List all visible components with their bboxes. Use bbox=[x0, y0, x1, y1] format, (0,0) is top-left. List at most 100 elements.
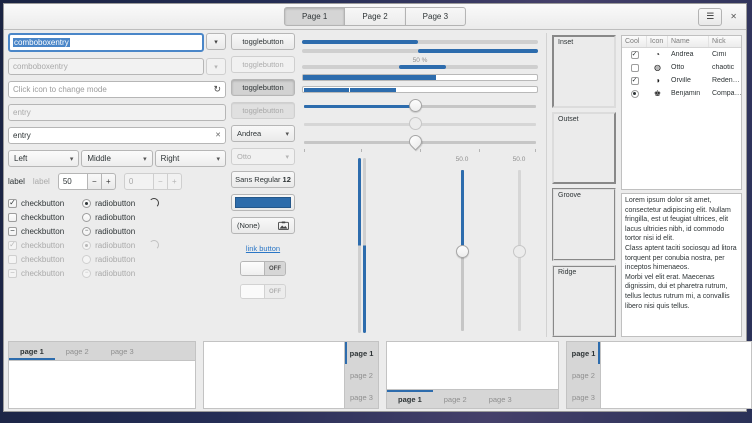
lorem-textview[interactable]: Lorem ipsum dolor sit amet, consectetur … bbox=[621, 193, 742, 337]
scale-handle bbox=[409, 117, 422, 130]
column-header-icon[interactable]: Icon bbox=[647, 36, 668, 47]
selected-text: comboboxentry bbox=[13, 38, 70, 47]
row-radio-selected[interactable] bbox=[631, 90, 639, 98]
spin-value[interactable]: 50 bbox=[58, 173, 88, 190]
spin-plus-button[interactable]: + bbox=[101, 173, 116, 190]
checkbox-unchecked[interactable] bbox=[8, 213, 17, 222]
tab-page1[interactable]: page 1 bbox=[387, 390, 433, 408]
combo-value: Middle bbox=[87, 154, 111, 163]
list-column: Cool Icon Name Nick ✓ ◔ Andrea Cimi ◍ Ot… bbox=[621, 33, 742, 337]
header-tab-page2[interactable]: Page 2 bbox=[344, 7, 405, 26]
radio-unselected[interactable] bbox=[82, 213, 91, 222]
table-row[interactable]: ✓ ◔ Andrea Cimi bbox=[622, 48, 741, 61]
image-icon bbox=[278, 221, 289, 230]
frame-label: Groove bbox=[558, 192, 581, 199]
entries-column: comboboxentry ▾ comboboxentry ▾ Click ic… bbox=[8, 33, 226, 337]
scale-mark bbox=[420, 149, 421, 152]
tab-page1[interactable]: page 1 bbox=[567, 342, 600, 364]
tab-page2[interactable]: page 2 bbox=[567, 364, 600, 386]
radiobutton-label: radiobutton bbox=[95, 227, 135, 236]
checkbutton-label: checkbutton bbox=[21, 255, 64, 264]
header-tab-page1[interactable]: Page 1 bbox=[284, 7, 345, 26]
tab-page3[interactable]: page 3 bbox=[100, 342, 145, 360]
combo-value: Left bbox=[14, 154, 27, 163]
nick-cell: Reden… bbox=[709, 77, 741, 84]
scale-mark bbox=[535, 149, 536, 152]
clearable-entry[interactable]: entry ✕ bbox=[8, 127, 226, 144]
togglebutton-active[interactable]: togglebutton bbox=[231, 79, 295, 96]
checkbox-checked[interactable]: ✓ bbox=[8, 199, 17, 208]
comboboxentry-disabled: comboboxentry ▾ bbox=[8, 58, 226, 75]
table-row[interactable]: ♚ Benjamin Compa… bbox=[622, 87, 741, 100]
scale-handle[interactable] bbox=[407, 132, 425, 150]
file-chooser-button[interactable]: (None) bbox=[231, 217, 295, 234]
chevron-down-icon: ▾ bbox=[143, 155, 147, 163]
alignment-combo-row: Left ▾ Middle ▾ Right ▾ bbox=[8, 150, 226, 167]
tab-strip-top: page 1 page 2 page 3 bbox=[9, 342, 195, 361]
header-tab-group: Page 1 Page 2 Page 3 bbox=[284, 7, 466, 26]
combo-left[interactable]: Left ▾ bbox=[8, 150, 79, 167]
tab-page2[interactable]: page 2 bbox=[345, 364, 378, 386]
frame-outset: Outset bbox=[552, 112, 616, 185]
check-icon: ✓ bbox=[9, 199, 16, 207]
tab-strip-bottom: page 1 page 2 page 3 bbox=[387, 389, 558, 408]
spin-minus-button[interactable]: − bbox=[87, 173, 102, 190]
treeview: Cool Icon Name Nick ✓ ◔ Andrea Cimi ◍ Ot… bbox=[621, 35, 742, 190]
refresh-icon[interactable]: ↻ bbox=[213, 85, 221, 94]
row-checkbox-unchecked[interactable] bbox=[631, 64, 639, 72]
column-header-cool[interactable]: Cool bbox=[622, 36, 647, 47]
checkbutton-label: checkbutton bbox=[21, 241, 64, 250]
tab-page3[interactable]: page 3 bbox=[478, 390, 523, 408]
checkbox-indeterminate[interactable]: − bbox=[8, 227, 17, 236]
togglebutton-normal[interactable]: togglebutton bbox=[231, 33, 295, 50]
progress-percent-label: 50 % bbox=[302, 56, 538, 64]
name-combobox[interactable]: Andrea ▾ bbox=[231, 125, 295, 142]
clear-icon[interactable]: ✕ bbox=[215, 132, 221, 139]
switch-state-label: OFF bbox=[265, 285, 285, 298]
scale-handle[interactable] bbox=[409, 99, 422, 112]
vscale[interactable]: 50.0 bbox=[442, 156, 482, 337]
switch-off[interactable]: OFF bbox=[240, 261, 286, 276]
column-header-nick[interactable]: Nick bbox=[709, 36, 741, 47]
tab-page1[interactable]: page 1 bbox=[345, 342, 378, 364]
close-button[interactable]: ✕ bbox=[730, 12, 737, 21]
comboboxentry-dropdown-button[interactable]: ▾ bbox=[206, 33, 226, 50]
disabled-text: comboboxentry bbox=[13, 62, 68, 71]
radio-indeterminate[interactable]: − bbox=[82, 227, 91, 236]
comboboxentry-input[interactable]: comboboxentry bbox=[8, 33, 204, 52]
tab-page3[interactable]: page 3 bbox=[567, 386, 600, 408]
row-checkbox-checked[interactable]: ✓ bbox=[631, 77, 639, 85]
row-checkbox-checked[interactable]: ✓ bbox=[631, 51, 639, 59]
file-value: (None) bbox=[237, 221, 260, 230]
combo-middle[interactable]: Middle ▾ bbox=[81, 150, 152, 167]
switch-handle[interactable] bbox=[241, 262, 265, 275]
buttons-column: togglebutton togglebutton togglebutton t… bbox=[231, 33, 295, 337]
scale-handle[interactable] bbox=[456, 245, 469, 258]
header-tab-page3[interactable]: Page 3 bbox=[405, 7, 466, 26]
radiobutton-label: radiobutton bbox=[95, 269, 135, 278]
spinbutton: 50 − + bbox=[58, 173, 116, 190]
radiobutton-label: radiobutton bbox=[95, 255, 135, 264]
hscale[interactable] bbox=[302, 99, 538, 114]
column-header-name[interactable]: Name bbox=[668, 36, 709, 47]
link-button[interactable]: link button bbox=[231, 244, 295, 253]
spin-value: 0 bbox=[124, 173, 154, 190]
hscale-with-marks[interactable] bbox=[302, 135, 538, 150]
radio-selected[interactable] bbox=[82, 199, 91, 208]
tab-page2[interactable]: page 2 bbox=[55, 342, 100, 360]
checkbox-checked-disabled: ✓ bbox=[8, 241, 17, 250]
radiobutton-label: radiobutton bbox=[95, 213, 135, 222]
icon-mode-entry[interactable]: Click icon to change mode ↻ bbox=[8, 81, 226, 98]
color-button[interactable] bbox=[231, 194, 295, 211]
tab-page2[interactable]: page 2 bbox=[433, 390, 478, 408]
dash-icon: − bbox=[85, 228, 89, 234]
tab-page1[interactable]: page 1 bbox=[9, 342, 55, 360]
table-row[interactable]: ✓ ◑ Orville Reden… bbox=[622, 74, 741, 87]
check-radio-row: − checkbutton − radiobutton bbox=[8, 226, 226, 236]
menu-button[interactable]: ☰ bbox=[698, 8, 722, 26]
tab-page3[interactable]: page 3 bbox=[345, 386, 378, 408]
combo-right[interactable]: Right ▾ bbox=[155, 150, 226, 167]
font-button[interactable]: Sans Regular 12 bbox=[231, 171, 295, 188]
table-row[interactable]: ◍ Otto chaotic bbox=[622, 61, 741, 74]
notebook-tabs-left: page 1 page 2 page 3 bbox=[566, 341, 752, 409]
